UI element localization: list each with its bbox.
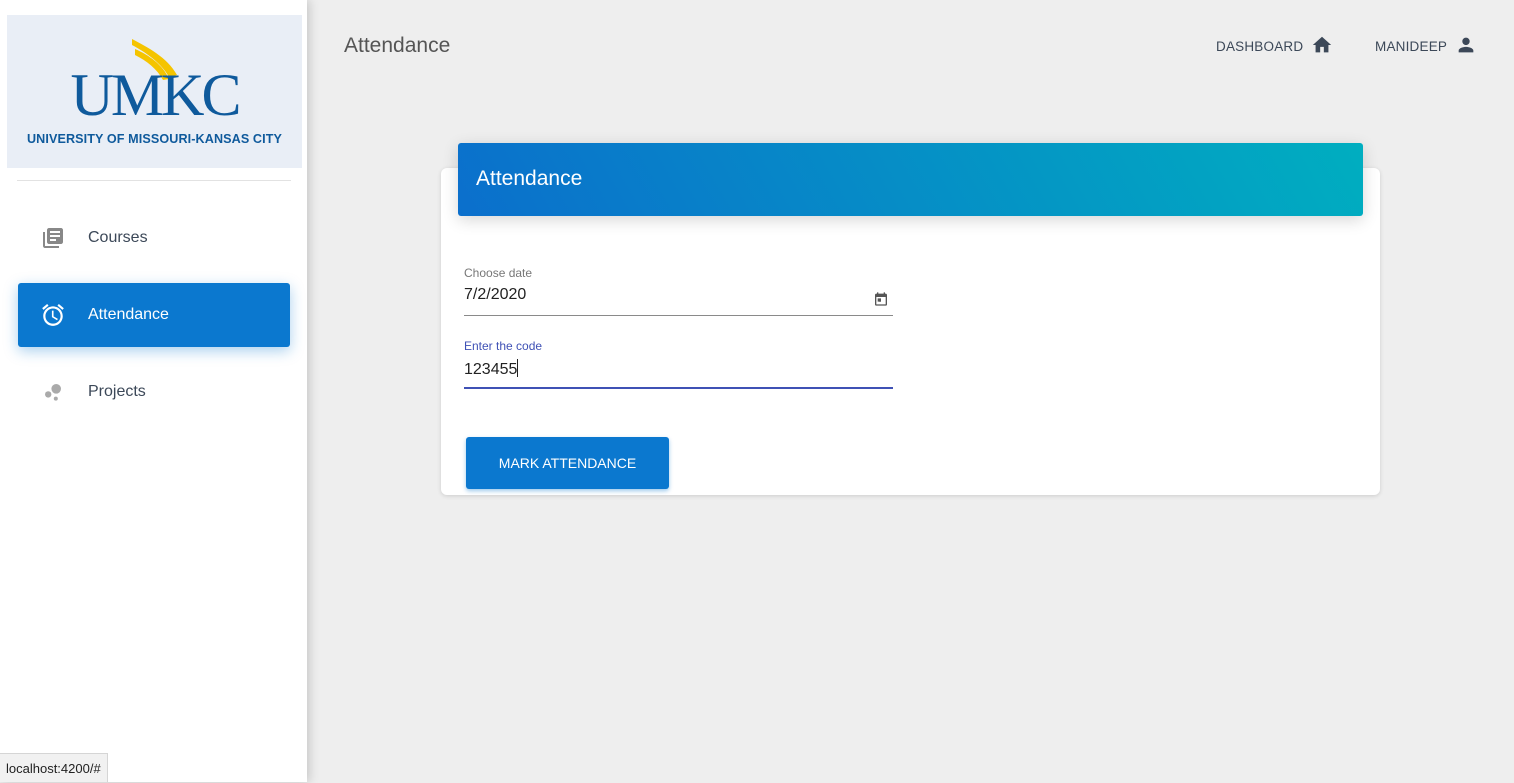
sidebar: UMKC UNIVERSITY OF MISSOURI-KANSAS CITY … — [0, 0, 307, 782]
home-icon — [1311, 34, 1333, 59]
date-field-value[interactable]: 7/2/2020 — [464, 286, 893, 308]
university-logo: UMKC UNIVERSITY OF MISSOURI-KANSAS CITY — [7, 15, 302, 168]
sidebar-item-label: Courses — [88, 229, 148, 246]
user-label: MANIDEEP — [1375, 38, 1448, 54]
umkc-logo-mark: UMKC — [70, 39, 242, 128]
date-field-underline — [464, 315, 893, 316]
person-icon — [1455, 34, 1477, 59]
library-books-icon — [18, 226, 88, 250]
calendar-icon[interactable] — [873, 291, 889, 312]
sidebar-item-projects[interactable]: Projects — [18, 360, 290, 424]
code-field-underline — [464, 387, 893, 389]
card-title: Attendance — [476, 167, 583, 190]
logo-subtitle: UNIVERSITY OF MISSOURI-KANSAS CITY — [26, 132, 283, 146]
sidebar-item-label: Projects — [88, 383, 146, 400]
code-field[interactable]: Enter the code 123455 — [464, 339, 893, 391]
sidebar-divider — [17, 180, 291, 181]
status-bar-url: localhost:4200/# — [0, 753, 108, 782]
user-menu[interactable]: MANIDEEP — [1375, 34, 1477, 58]
code-field-input[interactable]: 123455 — [464, 359, 893, 381]
date-field-label: Choose date — [464, 266, 533, 280]
sidebar-item-label: Attendance — [88, 306, 169, 323]
dashboard-label: DASHBOARD — [1216, 38, 1304, 54]
svg-text:UMKC: UMKC — [70, 62, 238, 128]
bubble-chart-icon — [18, 380, 88, 404]
date-field[interactable]: Choose date 7/2/2020 — [464, 266, 893, 317]
card-header: Attendance — [458, 143, 1363, 216]
mark-attendance-button[interactable]: MARK ATTENDANCE — [466, 437, 669, 489]
dashboard-link[interactable]: DASHBOARD — [1216, 34, 1333, 58]
code-field-label: Enter the code — [464, 339, 543, 353]
alarm-icon — [18, 302, 88, 328]
page-title: Attendance — [344, 34, 451, 57]
sidebar-item-courses[interactable]: Courses — [18, 206, 290, 270]
sidebar-item-attendance[interactable]: Attendance — [18, 283, 290, 347]
